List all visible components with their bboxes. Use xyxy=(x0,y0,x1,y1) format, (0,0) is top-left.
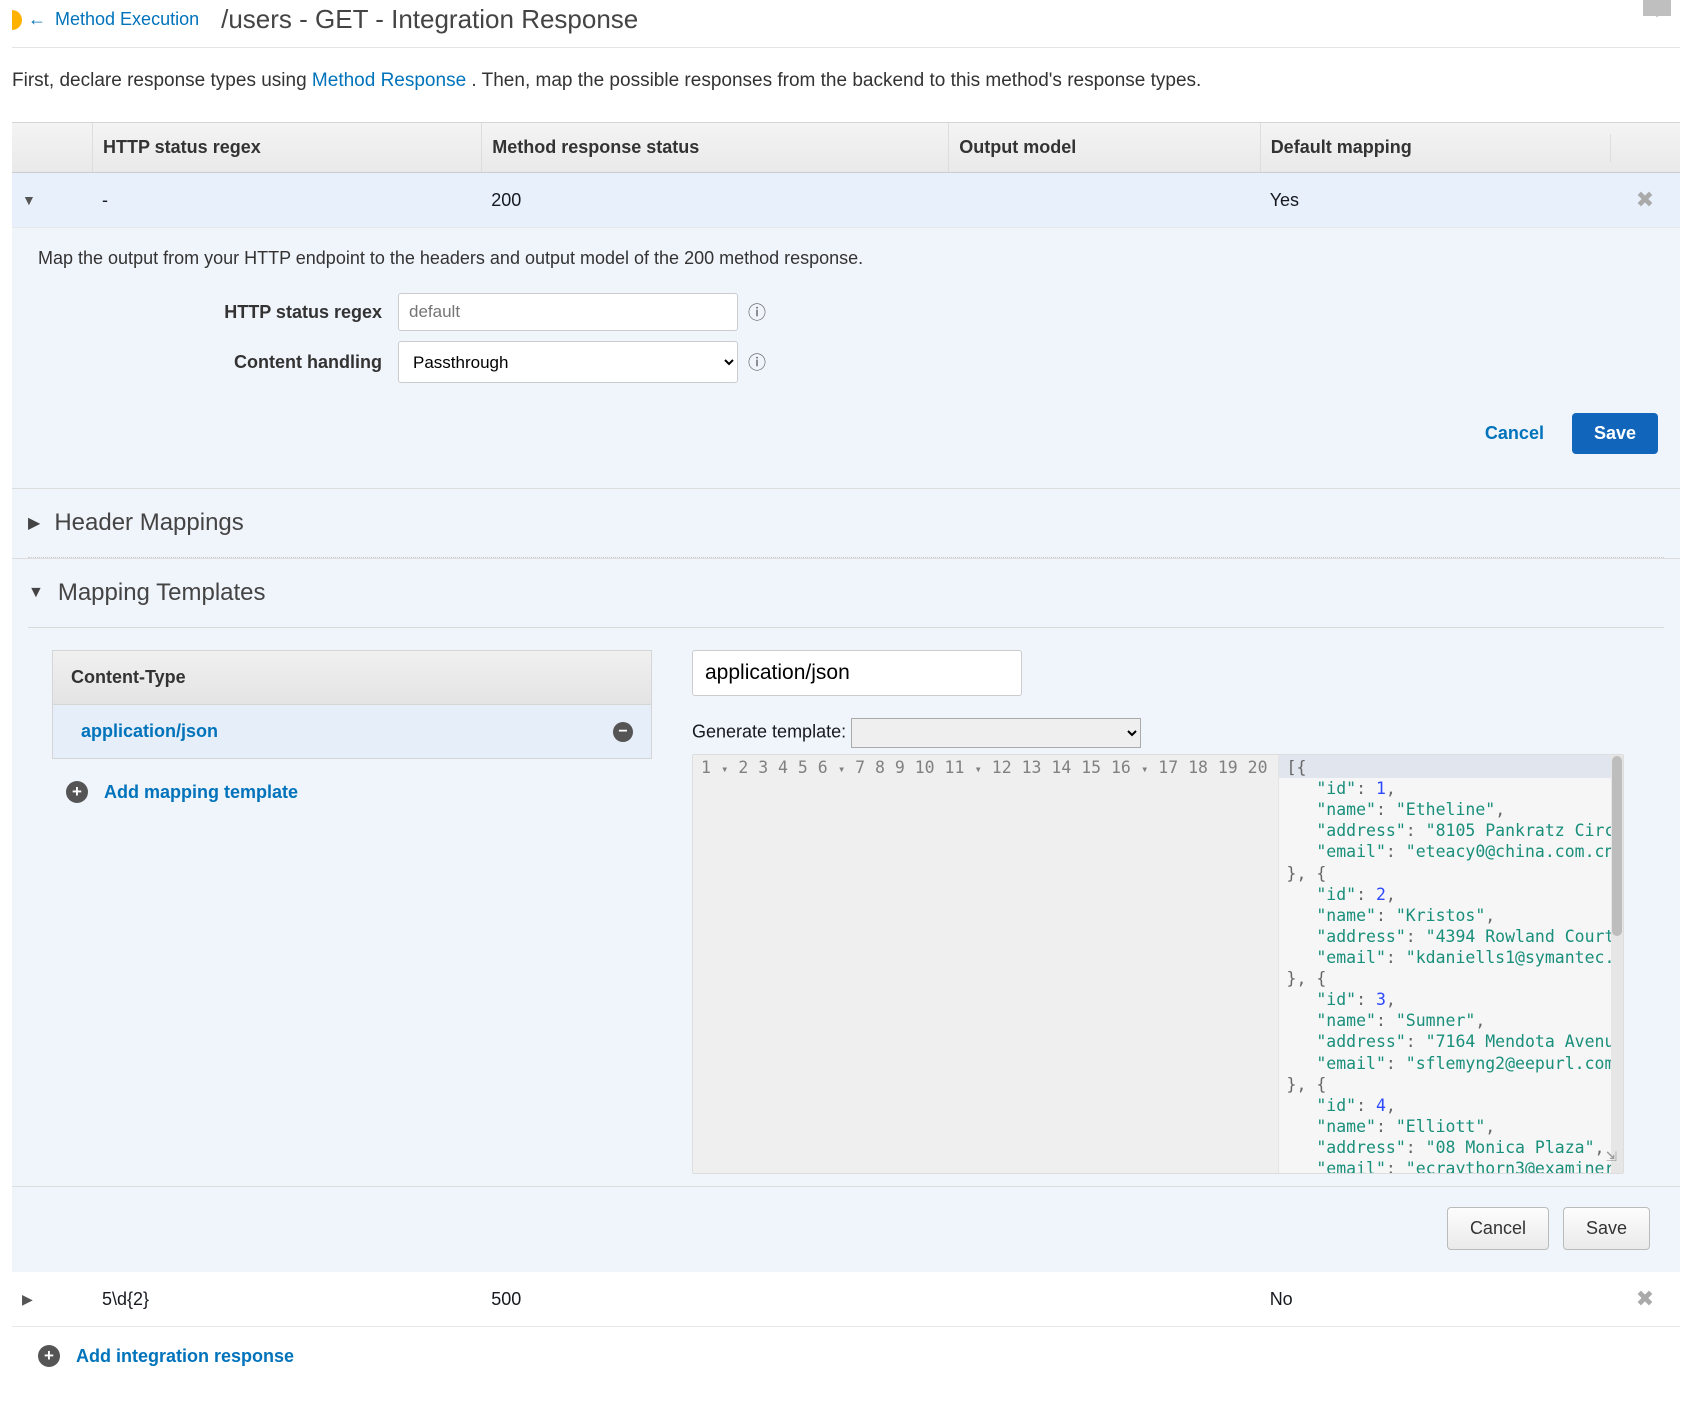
add-mapping-template[interactable]: + Add mapping template xyxy=(52,759,652,803)
arrow-left-icon: ← xyxy=(28,9,46,29)
back-link-label: Method Execution xyxy=(55,9,199,29)
remove-content-type-icon[interactable]: − xyxy=(613,722,633,742)
section-header-mappings: ▶ Header Mappings xyxy=(12,489,1680,559)
response-row-200[interactable]: ▼ - 200 Yes ✖ xyxy=(12,173,1680,228)
breadcrumb-bar: ← Method Execution /users - GET - Integr… xyxy=(12,0,1680,48)
add-integration-response-label: Add integration response xyxy=(76,1346,294,1367)
plus-icon: + xyxy=(38,1345,60,1367)
status-dot-icon xyxy=(12,10,22,30)
content-type-list: Content-Type application/json − + Add ma… xyxy=(52,650,652,1174)
add-mapping-template-label: Add mapping template xyxy=(104,782,298,803)
caret-down-icon: ▼ xyxy=(28,584,44,602)
response-row-500[interactable]: ▶ 5\d{2} 500 No ✖ xyxy=(12,1272,1680,1327)
section-mapping-templates: ▼ Mapping Templates Content-Type applica… xyxy=(12,559,1680,1187)
resize-icon[interactable]: ⇲ xyxy=(1606,1144,1617,1167)
intro-pre: First, declare response types using xyxy=(12,70,312,91)
cell-regex: - xyxy=(92,176,481,225)
content-type-row[interactable]: application/json − xyxy=(52,705,652,759)
content-handling-select[interactable]: Passthrough xyxy=(398,341,738,383)
content-type-input[interactable] xyxy=(692,650,1022,696)
template-actions: Cancel Save xyxy=(12,1187,1680,1272)
back-link[interactable]: ← Method Execution xyxy=(28,9,199,30)
header-mappings-label: Header Mappings xyxy=(54,509,243,537)
save-button[interactable]: Save xyxy=(1572,413,1658,454)
delete-row-icon[interactable]: ✖ xyxy=(1610,1272,1680,1326)
caret-right-icon: ▶ xyxy=(28,513,40,533)
content-type-header: Content-Type xyxy=(52,650,652,705)
regex-label: HTTP status regex xyxy=(28,302,398,323)
cell-model xyxy=(948,1285,1259,1313)
detail-note: Map the output from your HTTP endpoint t… xyxy=(38,248,1664,269)
cell-status: 500 xyxy=(481,1275,948,1324)
caret-down-icon[interactable]: ▼ xyxy=(12,178,92,222)
intro-text: First, declare response types using Meth… xyxy=(12,48,1680,122)
cell-default: No xyxy=(1260,1275,1610,1324)
cell-default: Yes xyxy=(1260,176,1610,225)
content-handling-label: Content handling xyxy=(28,352,398,373)
col-http-regex: HTTP status regex xyxy=(92,123,481,172)
header-mappings-toggle[interactable]: ▶ Header Mappings xyxy=(28,489,1664,558)
cancel-button[interactable]: Cancel xyxy=(1471,413,1558,454)
scrollbar-thumb[interactable] xyxy=(1612,756,1622,936)
cell-regex: 5\d{2} xyxy=(92,1275,481,1324)
info-icon[interactable]: ⓘ xyxy=(748,349,766,375)
generate-template-label: Generate template: xyxy=(692,722,846,742)
template-editor-pane: Generate template: 1 ▾ 2 3 4 5 6 ▾ 7 8 9… xyxy=(692,650,1664,1174)
plus-icon: + xyxy=(66,781,88,803)
method-response-link[interactable]: Method Response xyxy=(312,70,466,91)
mapping-templates-label: Mapping Templates xyxy=(58,579,266,607)
editor-scrollbar[interactable] xyxy=(1611,755,1623,1173)
intro-post: . Then, map the possible responses from … xyxy=(471,70,1201,91)
delete-row-icon[interactable]: ✖ xyxy=(1610,173,1680,227)
col-method-status: Method response status xyxy=(481,123,948,172)
template-cancel-button[interactable]: Cancel xyxy=(1447,1207,1549,1250)
cell-status: 200 xyxy=(481,176,948,225)
page-title: /users - GET - Integration Response xyxy=(221,4,638,35)
add-integration-response[interactable]: + Add integration response xyxy=(12,1327,1680,1367)
regex-input[interactable] xyxy=(398,293,738,331)
response-table: HTTP status regex Method response status… xyxy=(12,122,1680,1327)
book-icon[interactable] xyxy=(1640,0,1674,29)
code-editor[interactable]: 1 ▾ 2 3 4 5 6 ▾ 7 8 9 10 11 ▾ 12 13 14 1… xyxy=(692,754,1624,1174)
col-output-model: Output model xyxy=(948,123,1259,172)
caret-right-icon[interactable]: ▶ xyxy=(12,1277,92,1322)
template-save-button[interactable]: Save xyxy=(1563,1207,1650,1250)
info-icon[interactable]: ⓘ xyxy=(748,299,766,325)
content-type-value: application/json xyxy=(81,721,218,742)
response-table-header: HTTP status regex Method response status… xyxy=(12,123,1680,173)
generate-template-select[interactable] xyxy=(851,718,1141,748)
col-default-map: Default mapping xyxy=(1260,123,1610,172)
response-detail-200: Map the output from your HTTP endpoint t… xyxy=(12,228,1680,489)
cell-model xyxy=(948,186,1259,214)
mapping-templates-toggle[interactable]: ▼ Mapping Templates xyxy=(28,559,1664,628)
